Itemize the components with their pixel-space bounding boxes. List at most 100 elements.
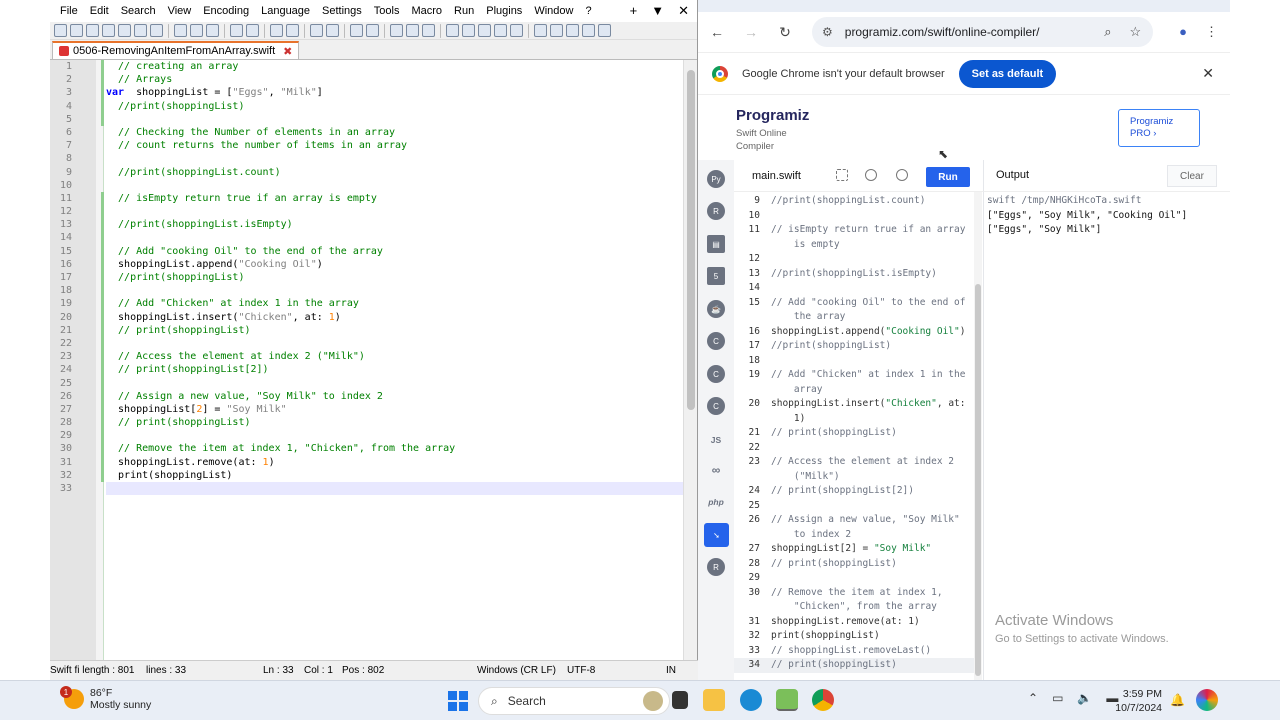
copilot-icon[interactable] <box>1196 689 1218 711</box>
all-chars-icon[interactable] <box>406 24 419 37</box>
editor-scrollbar-thumb[interactable] <box>975 284 981 676</box>
zoom-out-icon[interactable] <box>326 24 339 37</box>
chrome-menu-icon[interactable]: ⋮ <box>1205 24 1218 40</box>
save-all-icon[interactable] <box>102 24 115 37</box>
new-tab-button[interactable]: + <box>630 3 638 19</box>
bookmark-star-icon[interactable]: ☆ <box>1129 24 1141 40</box>
play-multi-icon[interactable] <box>582 24 595 37</box>
stop-icon[interactable] <box>550 24 563 37</box>
js-icon[interactable]: JS <box>707 431 725 449</box>
weather-widget[interactable]: 1 86°F Mostly sunny <box>60 686 151 711</box>
c-icon[interactable]: C <box>707 332 725 350</box>
tab-close-icon[interactable]: ✖ <box>283 45 292 58</box>
notification-bell-icon[interactable]: 🔔 <box>1170 693 1185 707</box>
play-icon[interactable] <box>566 24 579 37</box>
save-icon[interactable] <box>86 24 99 37</box>
fullscreen-icon[interactable] <box>836 169 848 181</box>
reload-icon[interactable]: ↻ <box>778 24 792 41</box>
chrome-taskbar-icon[interactable] <box>812 689 834 711</box>
file-tab-main-swift[interactable]: main.swift <box>752 170 801 182</box>
go-icon[interactable]: ∞ <box>707 461 725 479</box>
udl-icon[interactable] <box>446 24 459 37</box>
folder-icon[interactable] <box>494 24 507 37</box>
address-bar[interactable]: ⚙ programiz.com/swift/online-compiler/ ⌕… <box>812 17 1154 47</box>
share-icon[interactable] <box>896 169 908 181</box>
menu-language[interactable]: Language <box>255 5 316 17</box>
programiz-pro-button[interactable]: Programiz PRO › <box>1118 109 1200 147</box>
file-explorer-icon[interactable] <box>703 689 725 711</box>
vertical-scrollbar[interactable] <box>683 60 697 660</box>
menu-help[interactable]: ? <box>579 5 597 17</box>
npp-editor[interactable]: 1 2 3 4 5 6 7 8 9 10 11 12 13 14 15 16 17 18 19 20 21 22 23 24 2… <box>50 60 684 660</box>
close-document-button[interactable]: ✕ <box>678 3 689 19</box>
tab-list-button[interactable]: ▼ <box>651 3 664 19</box>
programiz-code-editor[interactable]: 9//print(shoppingList.count) 10 11// isEmp… <box>734 192 974 680</box>
close-icon[interactable] <box>118 24 131 37</box>
start-button-windows-icon[interactable] <box>448 691 468 711</box>
programiz-logo[interactable]: Programiz <box>736 107 809 124</box>
editor-scrollbar[interactable] <box>974 192 982 680</box>
tray-chevron-icon[interactable]: ⌃ <box>1028 691 1038 705</box>
cpp-icon[interactable]: C <box>707 365 725 383</box>
copy-icon[interactable] <box>190 24 203 37</box>
zoom-in-icon[interactable] <box>310 24 323 37</box>
redo-icon[interactable] <box>246 24 259 37</box>
menu-view[interactable]: View <box>162 5 198 17</box>
forward-icon[interactable]: → <box>744 24 758 40</box>
menu-window[interactable]: Window <box>528 5 579 17</box>
print-icon[interactable] <box>150 24 163 37</box>
sync-h-icon[interactable] <box>366 24 379 37</box>
monitor-icon[interactable] <box>510 24 523 37</box>
code-area[interactable]: // creating an array // Arrays var shoppi… <box>106 60 684 660</box>
csharp-icon[interactable]: C <box>707 397 725 415</box>
menu-run[interactable]: Run <box>448 5 480 17</box>
menu-tools[interactable]: Tools <box>368 5 406 17</box>
java-icon[interactable]: ☕ <box>707 300 725 318</box>
swift-icon[interactable]: ➘ <box>704 523 729 547</box>
cut-icon[interactable] <box>174 24 187 37</box>
sql-icon[interactable]: ▤ <box>707 235 725 253</box>
site-info-icon[interactable]: ⚙ <box>822 25 833 39</box>
clock[interactable]: 3:59 PM 10/7/2024 <box>1110 687 1162 715</box>
set-as-default-button[interactable]: Set as default <box>958 59 1057 88</box>
save-macro-icon[interactable] <box>598 24 611 37</box>
menu-search[interactable]: Search <box>115 5 162 17</box>
r-icon[interactable]: R <box>707 202 725 220</box>
php-icon[interactable]: php <box>707 493 725 511</box>
back-icon[interactable]: ← <box>710 24 724 40</box>
menu-plugins[interactable]: Plugins <box>480 5 528 17</box>
html-icon[interactable]: 5 <box>707 267 725 285</box>
display-icon[interactable]: ▭ <box>1052 691 1063 705</box>
wrap-icon[interactable] <box>390 24 403 37</box>
doc-map-icon[interactable] <box>462 24 475 37</box>
edge-icon[interactable] <box>740 689 762 711</box>
new-icon[interactable] <box>54 24 67 37</box>
clear-button[interactable]: Clear <box>1167 165 1217 187</box>
record-icon[interactable] <box>534 24 547 37</box>
notepad-plus-plus-taskbar-icon[interactable] <box>776 689 798 711</box>
find-icon[interactable] <box>270 24 283 37</box>
tab-file[interactable]: 0506-RemovingAnItemFromAnArray.swift ✖ <box>52 41 300 59</box>
run-button[interactable]: Run <box>926 167 970 187</box>
paste-icon[interactable] <box>206 24 219 37</box>
open-icon[interactable] <box>70 24 83 37</box>
volume-icon[interactable]: 🔈 <box>1077 691 1092 705</box>
undo-icon[interactable] <box>230 24 243 37</box>
zoom-search-icon[interactable]: ⌕ <box>1104 24 1111 40</box>
dark-mode-icon[interactable] <box>865 169 877 181</box>
menu-macro[interactable]: Macro <box>405 5 448 17</box>
func-list-icon[interactable] <box>478 24 491 37</box>
scrollbar-thumb[interactable] <box>687 70 695 410</box>
taskbar-search[interactable]: ⌕ Search <box>478 687 670 715</box>
replace-icon[interactable] <box>286 24 299 37</box>
menu-file[interactable]: File <box>54 5 84 17</box>
indent-guide-icon[interactable] <box>422 24 435 37</box>
close-all-icon[interactable] <box>134 24 147 37</box>
infobar-close-icon[interactable]: ✕ <box>1202 65 1214 82</box>
python-icon[interactable]: Py <box>707 170 725 188</box>
profile-icon[interactable]: ● <box>1179 24 1187 40</box>
rust-icon[interactable]: R <box>707 558 725 576</box>
task-view-icon[interactable] <box>672 691 688 709</box>
sync-v-icon[interactable] <box>350 24 363 37</box>
menu-edit[interactable]: Edit <box>84 5 115 17</box>
